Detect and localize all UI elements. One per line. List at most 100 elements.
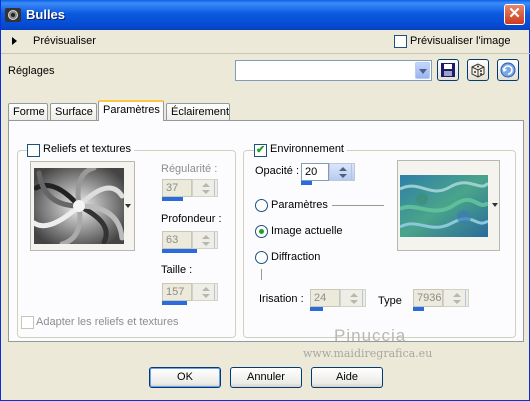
swirl-texture-icon [34, 168, 124, 244]
down-icon [453, 300, 461, 304]
opacite-level-bar[interactable] [301, 181, 312, 185]
tab-eclairement[interactable]: Éclairement [166, 103, 230, 121]
check-icon: ✔ [256, 144, 266, 156]
type-input[interactable]: 7936 [413, 289, 443, 307]
divider [332, 205, 384, 206]
opacite-input[interactable]: 20 [301, 163, 329, 181]
watermark-name: Pinuccia [334, 326, 407, 345]
taille-level-bar[interactable] [162, 301, 187, 305]
tab-label: Forme [13, 106, 45, 118]
preview-section: Prévisualiser Prévisualiser l'image [1, 30, 530, 54]
regularite-input[interactable]: 37 [162, 179, 192, 197]
radio-diffraction[interactable] [255, 251, 268, 264]
opacite-spinner[interactable]: 20 [301, 163, 357, 185]
up-icon [202, 235, 210, 239]
opacite-label: Opacité : [255, 165, 300, 177]
up-icon [202, 183, 210, 187]
random-button[interactable] [467, 59, 489, 81]
chevron-down-icon[interactable] [415, 62, 430, 79]
preview-image-checkbox[interactable] [394, 35, 407, 48]
help-button-label: Aide [335, 371, 359, 383]
reliefs-texture-thumbnail[interactable] [30, 161, 135, 251]
settings-row: Réglages [1, 55, 530, 89]
ok-button[interactable]: OK [149, 367, 221, 388]
preview-label: Prévisualiser [33, 35, 96, 47]
radio-parametres-label: Paramètres [271, 199, 328, 211]
taille-spin-buttons[interactable] [192, 283, 218, 301]
irisation-input[interactable]: 24 [310, 289, 340, 307]
app-icon [5, 8, 21, 22]
down-icon [202, 294, 210, 298]
profondeur-spinner[interactable]: 63 [162, 231, 218, 253]
tab-surface[interactable]: Surface [50, 103, 97, 121]
cancel-button[interactable]: Annuler [230, 367, 302, 388]
dice-icon [471, 63, 485, 78]
taille-input[interactable]: 157 [162, 283, 192, 301]
environment-image [400, 175, 488, 237]
taille-spinner[interactable]: 157 [162, 283, 218, 305]
up-icon [453, 293, 461, 297]
type-spin-buttons[interactable] [443, 289, 469, 307]
window-title: Bulles [26, 7, 66, 22]
regularite-label: Régularité : [161, 163, 218, 175]
close-icon: ✕ [508, 5, 521, 22]
radio-image-actuelle[interactable] [255, 225, 268, 238]
up-icon [350, 293, 358, 297]
up-icon [202, 287, 210, 291]
expand-arrow-icon[interactable] [12, 37, 17, 45]
profondeur-spin-buttons[interactable] [192, 231, 218, 249]
divider [261, 269, 262, 280]
radio-diffraction-label: Diffraction [271, 251, 321, 263]
type-spinner[interactable]: 7936 [413, 289, 469, 311]
profondeur-level-bar[interactable] [162, 249, 197, 253]
regularite-spin-buttons[interactable] [192, 179, 218, 197]
tab-label: Surface [55, 106, 93, 118]
tab-forme[interactable]: Forme [8, 103, 48, 121]
irisation-level-bar[interactable] [310, 307, 323, 311]
type-level-bar[interactable] [413, 307, 424, 311]
irisation-spinner[interactable]: 24 [310, 289, 366, 311]
down-icon [350, 300, 358, 304]
reliefs-label: Reliefs et textures [40, 143, 135, 155]
save-icon [441, 63, 455, 77]
close-button[interactable]: ✕ [504, 4, 525, 25]
tab-panel-parametres: Reliefs et textures Régularité: 37 Prof… [8, 120, 524, 342]
dialog-window: Bulles ✕ Prévisualiser Prévisualiser l'i… [0, 0, 530, 401]
reset-button[interactable] [497, 59, 519, 81]
help-button[interactable]: Aide [311, 367, 383, 388]
preview-image-label: Prévisualiser l'image [410, 35, 511, 47]
radio-image-actuelle-label: Image actuelle [271, 225, 343, 237]
radio-parametres[interactable] [255, 199, 268, 212]
tab-parametres[interactable]: Paramètres [98, 100, 164, 121]
environment-label: Environnement [267, 143, 347, 155]
regularite-spinner[interactable]: 37 [162, 179, 218, 201]
down-icon [339, 174, 347, 178]
profondeur-label: Profondeur : [161, 213, 222, 225]
irisation-spin-buttons[interactable] [340, 289, 366, 307]
adapt-reliefs-label: Adapter les reliefs et textures [36, 316, 179, 328]
reliefs-checkbox[interactable] [27, 144, 40, 157]
taille-label: Taille : [161, 264, 193, 276]
cancel-button-label: Annuler [247, 371, 285, 383]
title-bar[interactable]: Bulles ✕ [1, 0, 530, 30]
adapt-reliefs-checkbox[interactable] [21, 316, 34, 329]
ok-button-label: OK [177, 371, 193, 383]
irisation-label: Irisation : [259, 293, 304, 305]
settings-combo[interactable] [235, 60, 432, 81]
down-icon [202, 242, 210, 246]
chevron-down-icon[interactable] [492, 203, 498, 207]
regularite-level-bar[interactable] [162, 197, 183, 201]
watermark-url: www.maidiregrafica.eu [303, 347, 433, 360]
environment-checkbox[interactable]: ✔ [254, 144, 267, 157]
type-label: Type [378, 295, 402, 307]
chevron-down-icon[interactable] [125, 204, 131, 208]
tab-label: Paramètres [103, 104, 160, 116]
opacite-spin-buttons[interactable] [329, 163, 355, 181]
tab-label: Éclairement [171, 106, 230, 118]
environment-image-thumbnail[interactable] [397, 160, 500, 251]
reset-icon [500, 62, 516, 78]
profondeur-input[interactable]: 63 [162, 231, 192, 249]
settings-label: Réglages [8, 65, 55, 77]
up-icon [339, 167, 347, 171]
save-preset-button[interactable] [437, 59, 459, 81]
